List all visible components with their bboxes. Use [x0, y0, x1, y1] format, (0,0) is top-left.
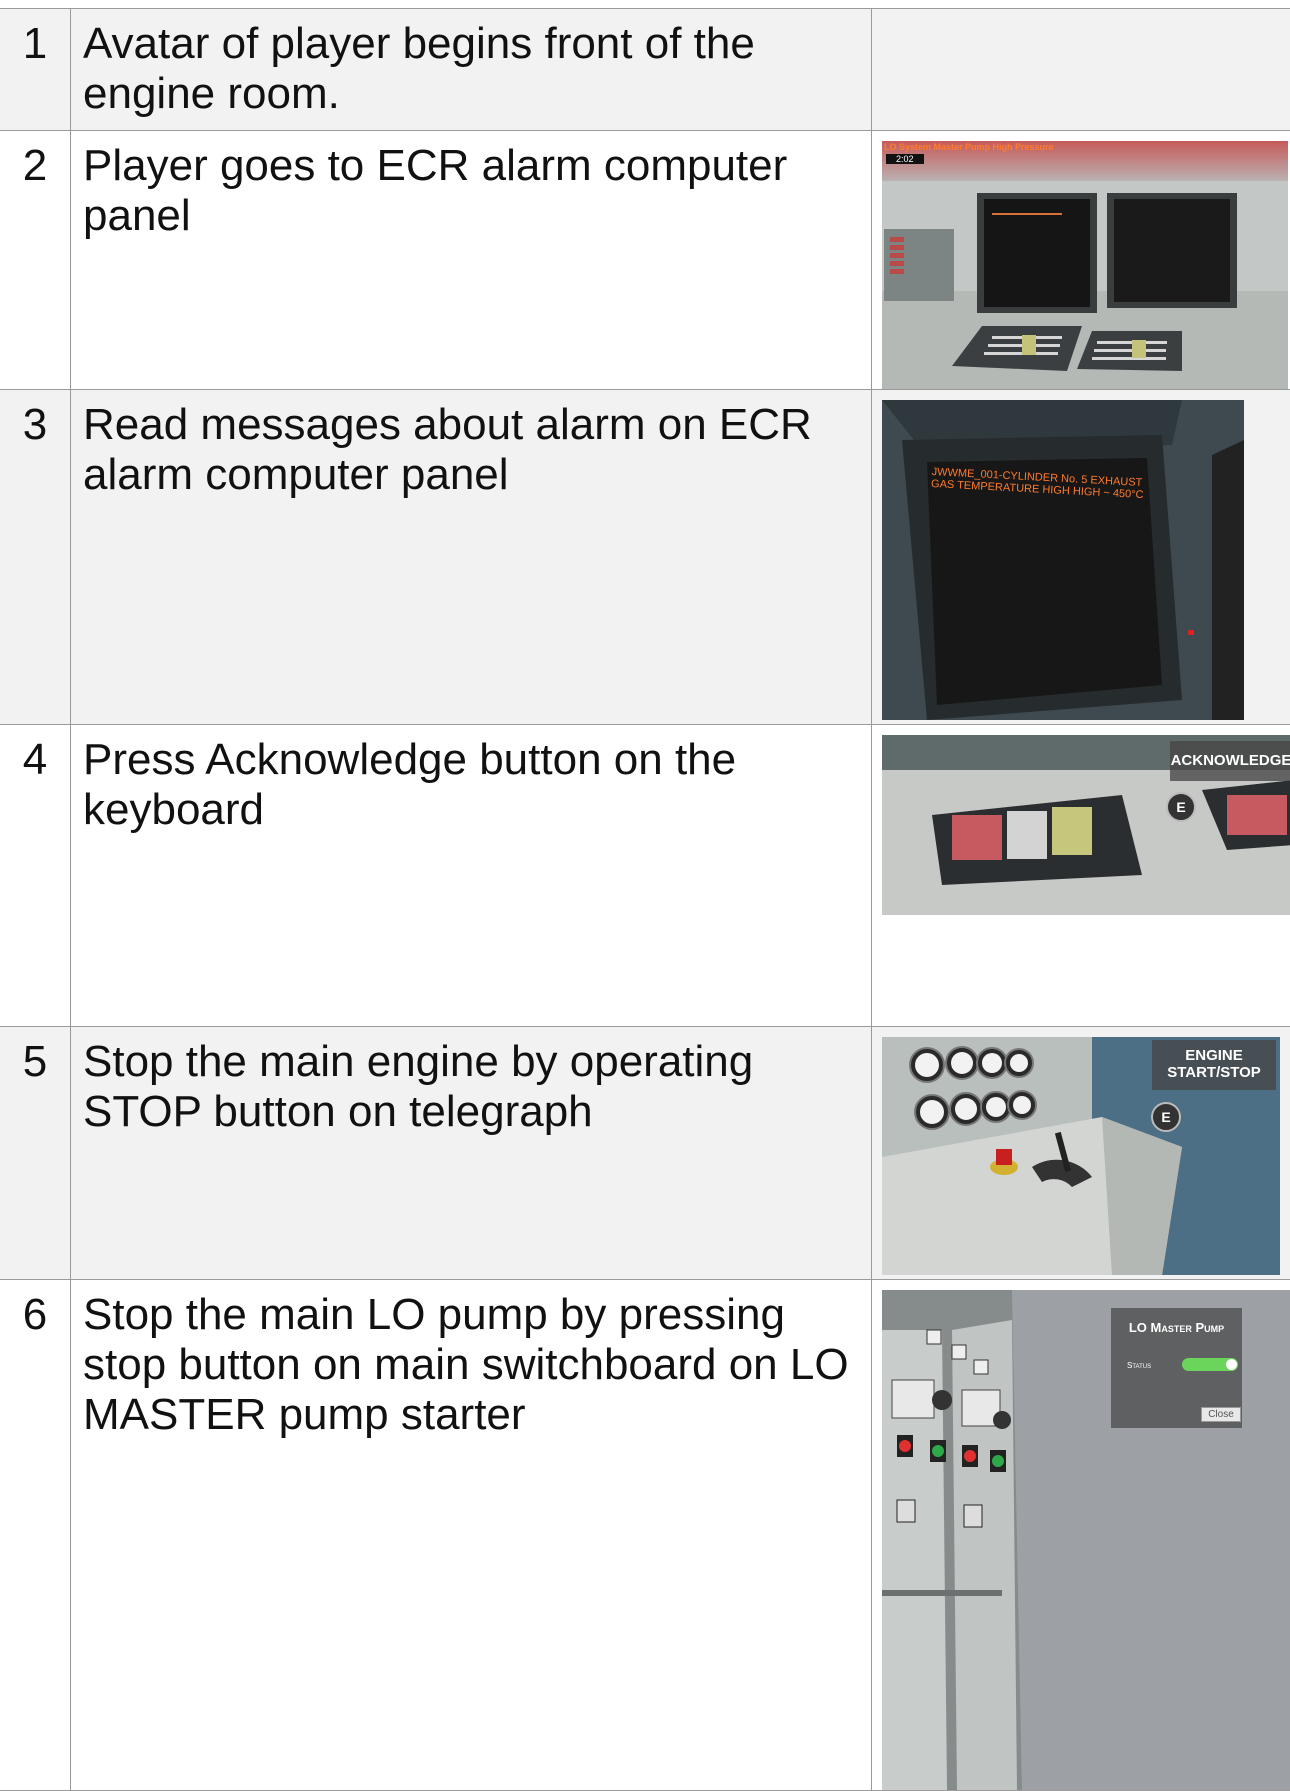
telegraph-screenshot: ENGINE START/STOP E — [882, 1037, 1280, 1275]
keyboard-screenshot: ACKNOWLEDGE E — [882, 735, 1290, 915]
step-image-cell: LO System Master Pump High Pressure 2:02 — [872, 131, 1290, 390]
step-number: 4 — [0, 725, 71, 1027]
step-description: Read messages about alarm on ECR alarm c… — [71, 390, 872, 725]
step-number: 2 — [0, 131, 71, 390]
engine-label-line-1: ENGINE — [1152, 1047, 1276, 1064]
lo-master-pump-panel: LO Master Pump Status Close — [1111, 1308, 1242, 1428]
alarm-monitor-screenshot: JWWME_001-CYLINDER No. 5 EXHAUST GAS TEM… — [882, 400, 1244, 720]
step-number: 3 — [0, 390, 71, 725]
step-image-cell: LO Master Pump Status Close — [872, 1280, 1290, 1791]
step-row-1: 1 Avatar of player begins front of the e… — [0, 9, 1290, 131]
close-button[interactable]: Close — [1201, 1407, 1241, 1422]
e-key-icon: E — [1166, 792, 1196, 822]
step-number: 5 — [0, 1027, 71, 1280]
step-row-4: 4 Press Acknowledge button on the keyboa… — [0, 725, 1290, 1027]
step-row-5: 5 Stop the main engine by operating STOP… — [0, 1027, 1290, 1280]
acknowledge-label: ACKNOWLEDGE — [1170, 741, 1290, 781]
step-description: Stop the main engine by operating STOP b… — [71, 1027, 872, 1280]
step-image-cell: ENGINE START/STOP E — [872, 1027, 1290, 1280]
step-image-cell: JWWME_001-CYLINDER No. 5 EXHAUST GAS TEM… — [872, 390, 1290, 725]
step-image-cell — [872, 9, 1290, 131]
panel-title: LO Master Pump — [1111, 1320, 1242, 1335]
step-description: Stop the main LO pump by pressing stop b… — [71, 1280, 872, 1791]
step-row-3: 3 Read messages about alarm on ECR alarm… — [0, 390, 1290, 725]
step-description: Player goes to ECR alarm computer panel — [71, 131, 872, 390]
switchboard-screenshot: LO Master Pump Status Close — [882, 1290, 1290, 1790]
toggle-knob — [1226, 1359, 1237, 1370]
step-row-6: 6 Stop the main LO pump by pressing stop… — [0, 1280, 1290, 1791]
engine-start-stop-label: ENGINE START/STOP — [1152, 1040, 1276, 1090]
ecr-panel-screenshot: LO System Master Pump High Pressure 2:02 — [882, 141, 1288, 389]
engine-label-line-2: START/STOP — [1152, 1064, 1276, 1081]
step-row-2: 2 Player goes to ECR alarm computer pane… — [0, 131, 1290, 390]
step-number: 6 — [0, 1280, 71, 1791]
steps-table: 1 Avatar of player begins front of the e… — [0, 8, 1290, 1791]
step-number: 1 — [0, 9, 71, 131]
e-key-icon: E — [1151, 1102, 1181, 1132]
alarm-banner: LO System Master Pump High Pressure — [884, 142, 1054, 152]
step-description: Avatar of player begins front of the eng… — [71, 9, 872, 131]
timer: 2:02 — [886, 154, 924, 164]
status-label: Status — [1127, 1361, 1151, 1370]
status-toggle[interactable] — [1182, 1358, 1238, 1371]
step-image-cell: ACKNOWLEDGE E — [872, 725, 1290, 1027]
step-description: Press Acknowledge button on the keyboard — [71, 725, 872, 1027]
